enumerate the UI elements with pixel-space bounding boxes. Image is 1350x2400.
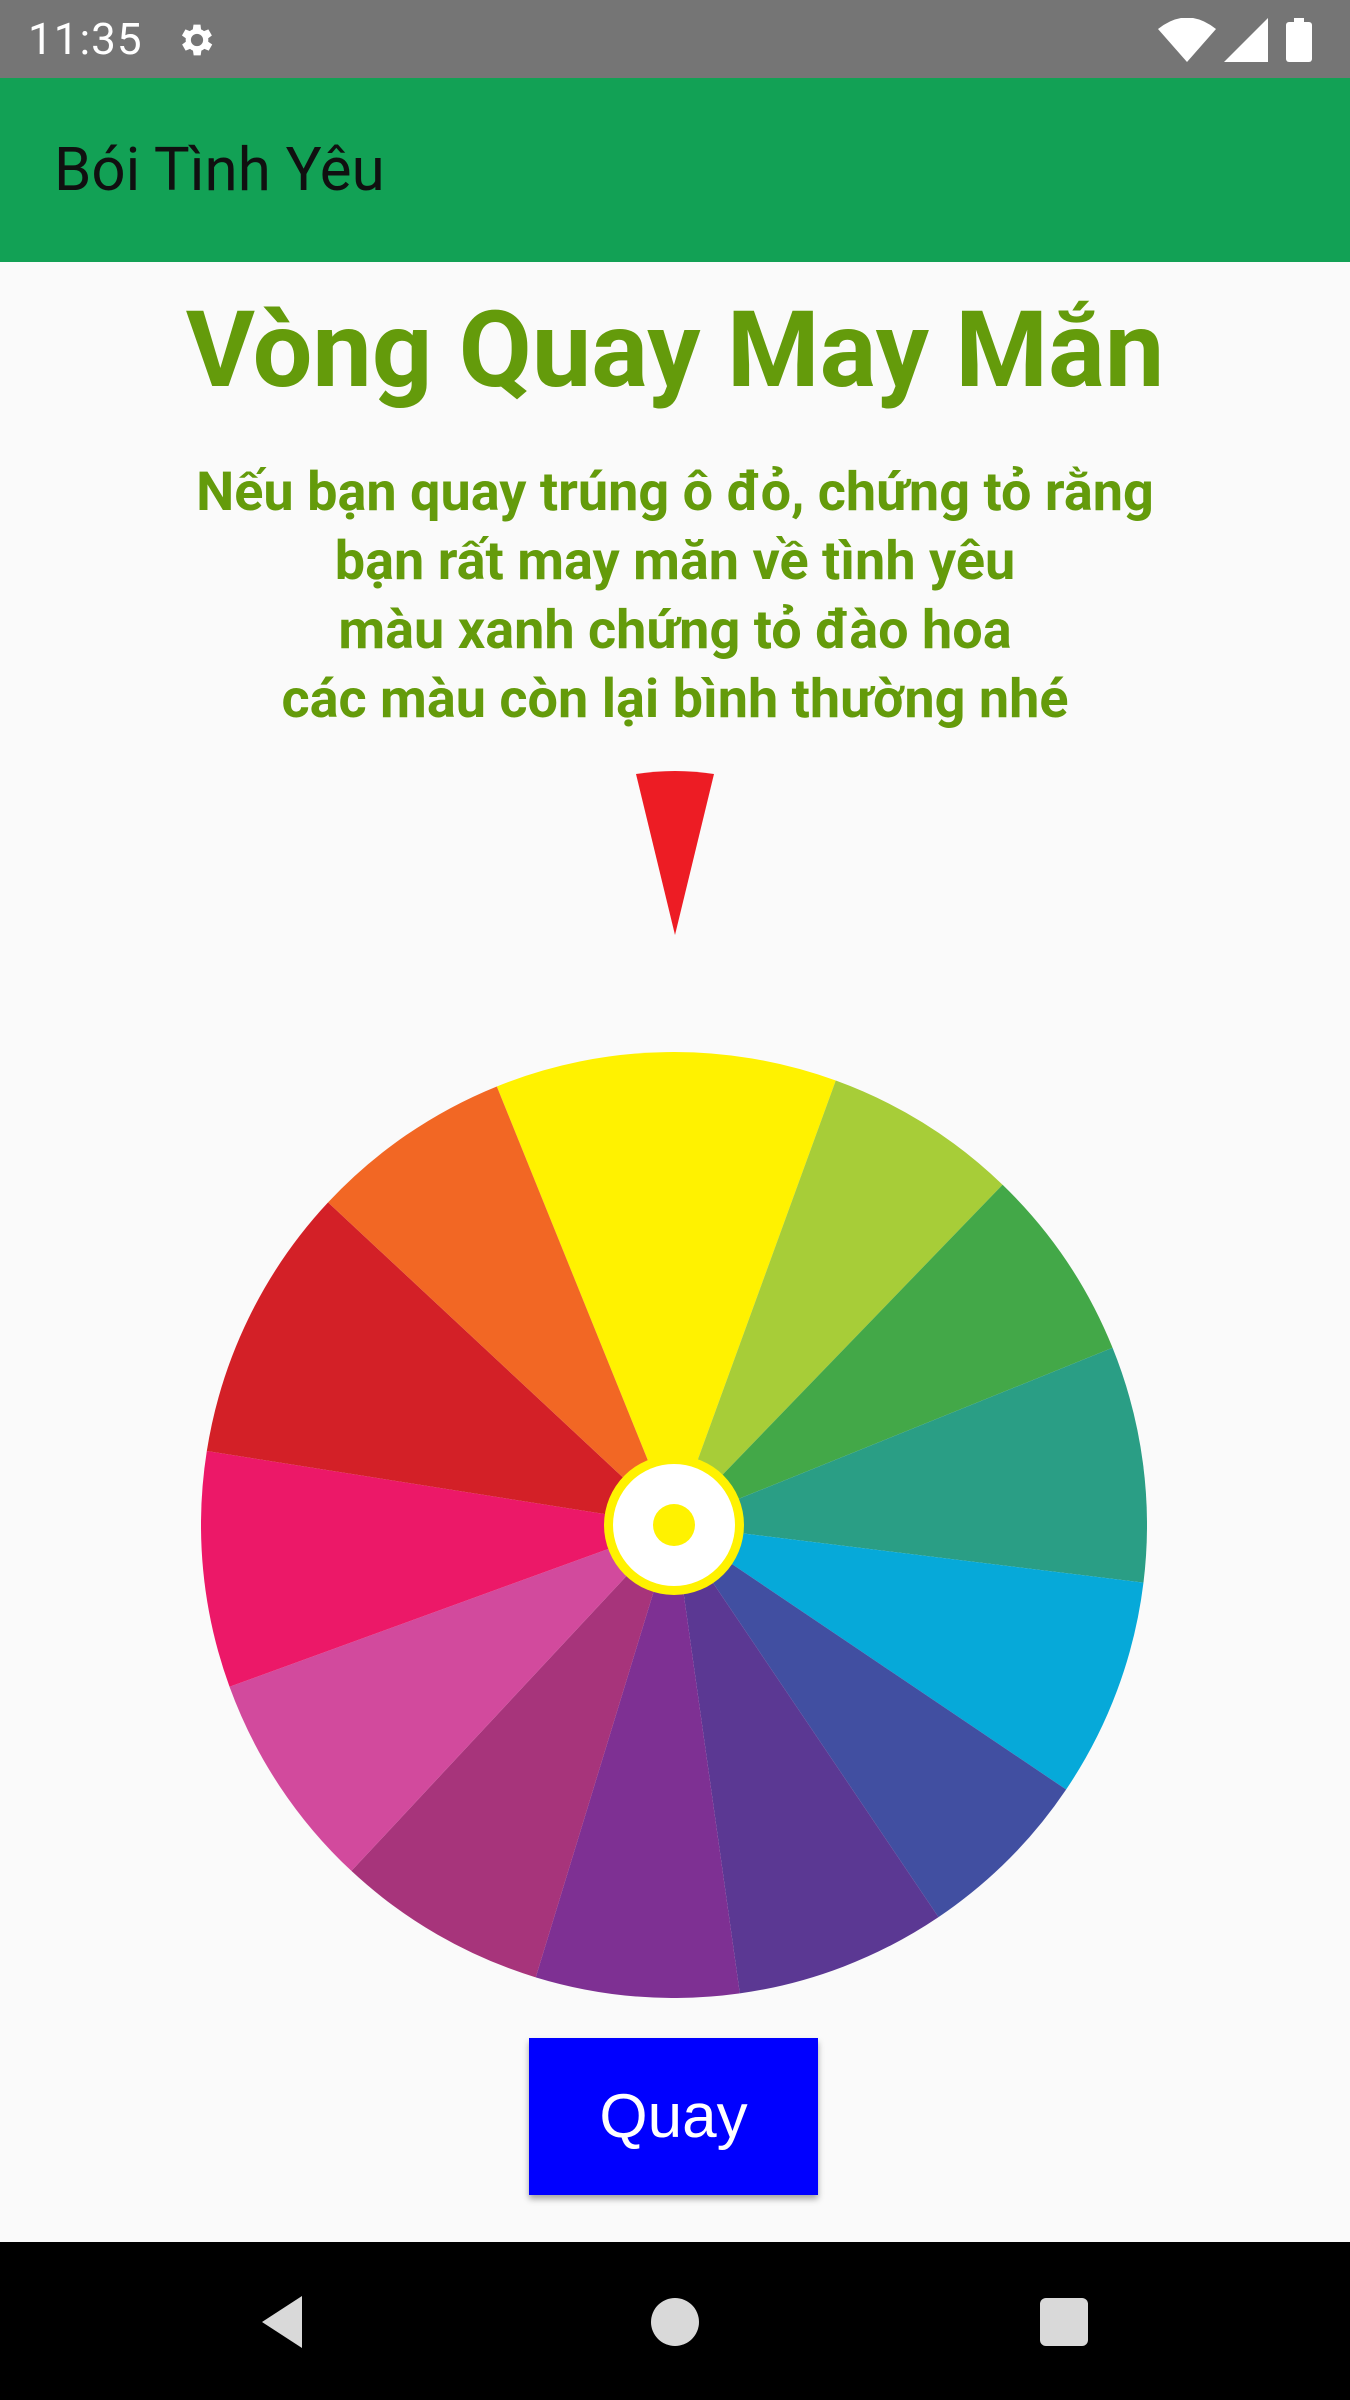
wifi-icon xyxy=(1158,18,1216,62)
status-icons xyxy=(1158,18,1328,62)
back-icon[interactable] xyxy=(258,2294,306,2350)
status-time: 11:35 xyxy=(28,13,143,65)
instruction-line: màu xanh chứng tỏ đào hoa xyxy=(338,599,1012,662)
cellular-icon xyxy=(1224,18,1268,62)
wheel-hub-dot xyxy=(653,1504,695,1546)
page-title: Vòng Quay May Mắn xyxy=(185,288,1165,412)
home-icon[interactable] xyxy=(651,2298,699,2346)
instruction-line: bạn rất may măn về tình yêu xyxy=(334,530,1016,593)
battery-icon xyxy=(1286,18,1312,62)
app-bar: Bói Tình Yêu xyxy=(0,78,1350,262)
gear-icon xyxy=(181,24,213,56)
instruction-line: Nếu bạn quay trúng ô đỏ, chứng tỏ rằng xyxy=(196,461,1154,524)
navigation-bar xyxy=(0,2242,1350,2400)
app-title: Bói Tình Yêu xyxy=(54,134,385,205)
pointer-triangle xyxy=(636,771,714,935)
spin-button[interactable]: Quay xyxy=(529,2038,818,2195)
fortune-wheel[interactable] xyxy=(201,1052,1147,1998)
wheel-pointer xyxy=(636,771,714,935)
status-bar: 11:35 xyxy=(0,0,1350,78)
recents-icon[interactable] xyxy=(1040,2298,1088,2346)
instructions-text: Nếu bạn quay trúng ô đỏ, chứng tỏ rằng b… xyxy=(0,458,1350,734)
instruction-line: các màu còn lại bình thường nhé xyxy=(281,668,1069,731)
